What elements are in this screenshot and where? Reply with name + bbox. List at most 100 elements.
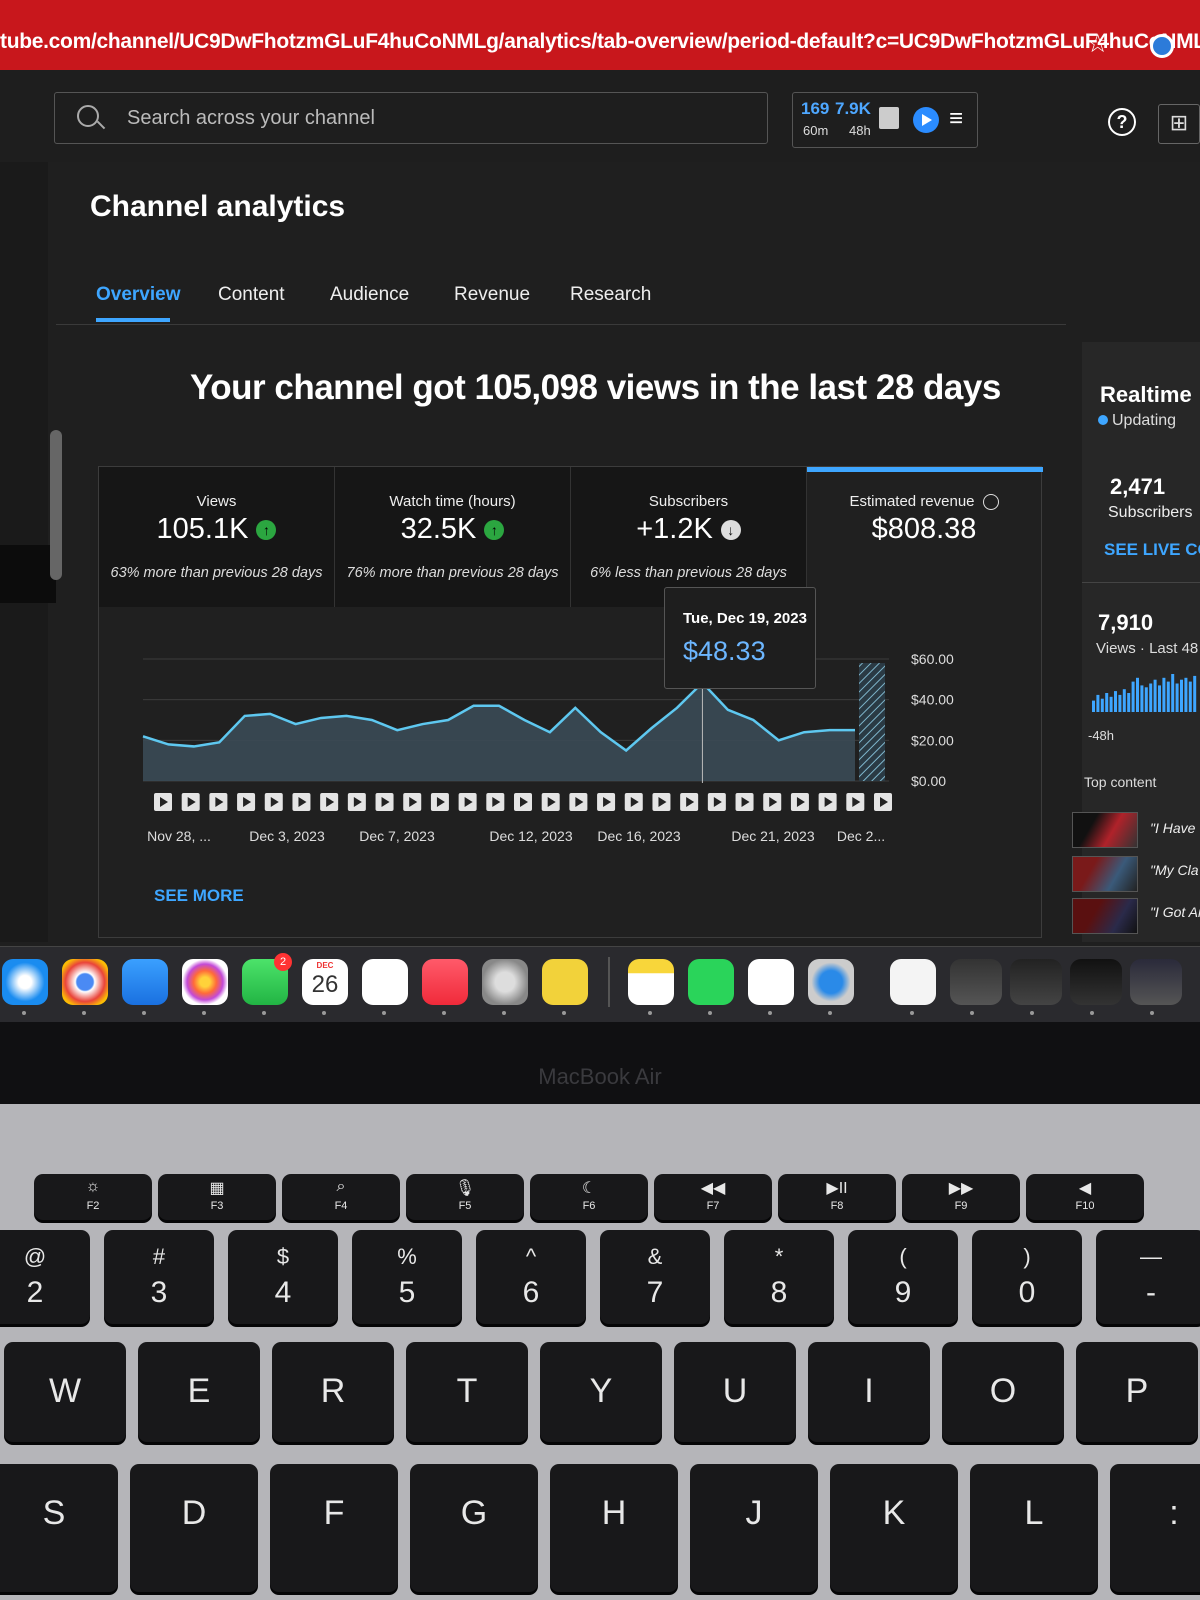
bar-chart-icon[interactable] <box>879 107 899 129</box>
menu-icon[interactable]: ≡ <box>949 105 963 133</box>
settings-app-icon[interactable] <box>482 959 528 1015</box>
stickies-app-icon[interactable] <box>542 959 588 1015</box>
mail-app-icon[interactable] <box>122 959 168 1015</box>
music-app-icon[interactable] <box>422 959 468 1015</box>
notes-app-icon[interactable] <box>628 959 674 1015</box>
key-icon: ◀◀ <box>700 1180 726 1197</box>
key-symbol: & <box>647 1244 663 1269</box>
reminders-app-icon[interactable] <box>362 959 408 1015</box>
number-key[interactable]: (9 <box>848 1230 958 1324</box>
play-icon[interactable] <box>913 107 939 133</box>
letter-key[interactable]: F <box>270 1464 398 1592</box>
extension-icon[interactable] <box>1150 34 1174 58</box>
photos-app-icon[interactable] <box>182 959 228 1015</box>
capcut-app-icon[interactable] <box>748 959 794 1015</box>
realtime-bar-chart[interactable] <box>1090 672 1200 712</box>
bookmark-star-icon[interactable]: ☆ <box>1086 28 1109 59</box>
music-file-icon[interactable] <box>890 959 936 1015</box>
key-label: : <box>1169 1494 1179 1532</box>
key-label: 6 <box>522 1276 540 1309</box>
realtime-stats-widget[interactable]: 169 60m 7.9K 48h ≡ <box>792 92 978 148</box>
number-key[interactable]: $4 <box>228 1230 338 1324</box>
letter-key[interactable]: E <box>138 1342 260 1442</box>
function-key[interactable]: ☾ F6 <box>530 1174 648 1220</box>
facetime-app-icon[interactable]: 2 <box>242 953 292 1015</box>
search-input[interactable]: Search across your channel <box>54 92 768 144</box>
letter-key[interactable]: U <box>674 1342 796 1442</box>
number-key[interactable]: ^ 6 <box>476 1230 586 1324</box>
letter-key[interactable]: T <box>406 1342 528 1442</box>
y-tick-label: $60.00 <box>911 651 954 667</box>
letter-key[interactable]: L <box>970 1464 1098 1592</box>
tab-overview[interactable]: Overview <box>96 284 181 306</box>
number-key[interactable]: — - <box>1096 1230 1200 1324</box>
function-key[interactable]: ▶▶ F9 <box>902 1174 1020 1220</box>
stat-60m-label: 60m <box>803 123 829 138</box>
video-thumbnail[interactable] <box>1072 898 1138 934</box>
create-icon[interactable]: ⊞ <box>1158 104 1200 144</box>
number-key[interactable]: * 8 <box>724 1230 834 1324</box>
tab-research[interactable]: Research <box>570 284 651 306</box>
see-more-link[interactable]: SEE MORE <box>154 886 244 906</box>
letter-key[interactable]: O <box>942 1342 1064 1442</box>
letter-key[interactable]: S <box>0 1464 118 1592</box>
tab-content[interactable]: Content <box>218 284 285 306</box>
revenue-chart[interactable]: Nov 28, ... Dec 3, 2023 Dec 7, 2023 Dec 12,… <box>99 467 1043 939</box>
window-thumbnail[interactable] <box>950 959 1002 1015</box>
chrome-app-icon[interactable] <box>62 959 108 1015</box>
window-thumbnail[interactable] <box>1070 959 1122 1015</box>
top-content-item[interactable]: "My Cla <box>1150 862 1199 878</box>
number-key[interactable]: & 7 <box>600 1230 710 1324</box>
number-key[interactable]: #3 <box>104 1230 214 1324</box>
top-content-item[interactable]: "I Got An <box>1150 904 1200 920</box>
function-key[interactable]: ◀◀ F7 <box>654 1174 772 1220</box>
function-key[interactable]: ⌕ F4 <box>282 1174 400 1220</box>
video-thumbnail[interactable] <box>1072 812 1138 848</box>
letter-key[interactable]: P <box>1076 1342 1198 1442</box>
browser-address-bar[interactable]: tube.com/channel/UC9DwFhotzmGLuF4huCoNML… <box>0 0 1200 70</box>
letter-key[interactable]: J <box>690 1464 818 1592</box>
help-icon[interactable]: ? <box>1108 108 1136 136</box>
letter-key[interactable]: H <box>550 1464 678 1592</box>
letter-key[interactable]: : <box>1110 1464 1200 1592</box>
x-tick-label: Dec 12, 2023 <box>489 828 572 844</box>
y-tick-label: $20.00 <box>911 732 954 748</box>
letter-key[interactable]: R <box>272 1342 394 1442</box>
letter-key[interactable]: D <box>130 1464 258 1592</box>
tab-audience[interactable]: Audience <box>330 284 409 306</box>
tooltip-value: $48.33 <box>683 636 766 666</box>
video-thumbnail[interactable] <box>1072 856 1138 892</box>
number-key[interactable]: ) 0 <box>972 1230 1082 1324</box>
function-key[interactable]: 🎙 F5 <box>406 1174 524 1220</box>
realtime-bar <box>1184 677 1188 712</box>
see-live-count-link[interactable]: SEE LIVE CO <box>1104 540 1200 560</box>
key-label: - <box>1146 1276 1156 1309</box>
number-key[interactable]: % 5 <box>352 1230 462 1324</box>
sidebar-scrollbar[interactable] <box>50 430 62 580</box>
tab-revenue[interactable]: Revenue <box>454 284 530 306</box>
function-key[interactable]: ◀ F10 <box>1026 1174 1144 1220</box>
key-symbol: * <box>774 1244 784 1269</box>
calendar-app-icon[interactable]: DEC 26 <box>302 959 348 1015</box>
function-key[interactable]: ☼ F2 <box>34 1174 152 1220</box>
letter-key[interactable]: K <box>830 1464 958 1592</box>
function-key[interactable]: ▶II F8 <box>778 1174 896 1220</box>
letter-key[interactable]: Y <box>540 1342 662 1442</box>
function-key[interactable]: ▦ F3 <box>158 1174 276 1220</box>
letter-key[interactable]: I <box>808 1342 930 1442</box>
key-icon: ▦ <box>209 1180 225 1197</box>
whatsapp-app-icon[interactable] <box>688 959 734 1015</box>
realtime-range-label: -48h <box>1088 728 1115 743</box>
key-label: O <box>989 1372 1017 1410</box>
window-thumbnail[interactable] <box>1130 959 1182 1015</box>
letter-key[interactable]: W <box>4 1342 126 1442</box>
safari-app-icon[interactable] <box>2 959 48 1015</box>
sidebar-selected-item[interactable] <box>0 545 56 603</box>
letter-key[interactable]: G <box>410 1464 538 1592</box>
top-content-item[interactable]: "I Have <box>1150 820 1195 836</box>
quicktime-app-icon[interactable] <box>808 959 854 1015</box>
window-thumbnail[interactable] <box>1010 959 1062 1015</box>
search-icon <box>77 105 99 127</box>
url-text[interactable]: tube.com/channel/UC9DwFhotzmGLuF4huCoNML… <box>0 30 1200 54</box>
number-key[interactable]: @2 <box>0 1230 90 1324</box>
